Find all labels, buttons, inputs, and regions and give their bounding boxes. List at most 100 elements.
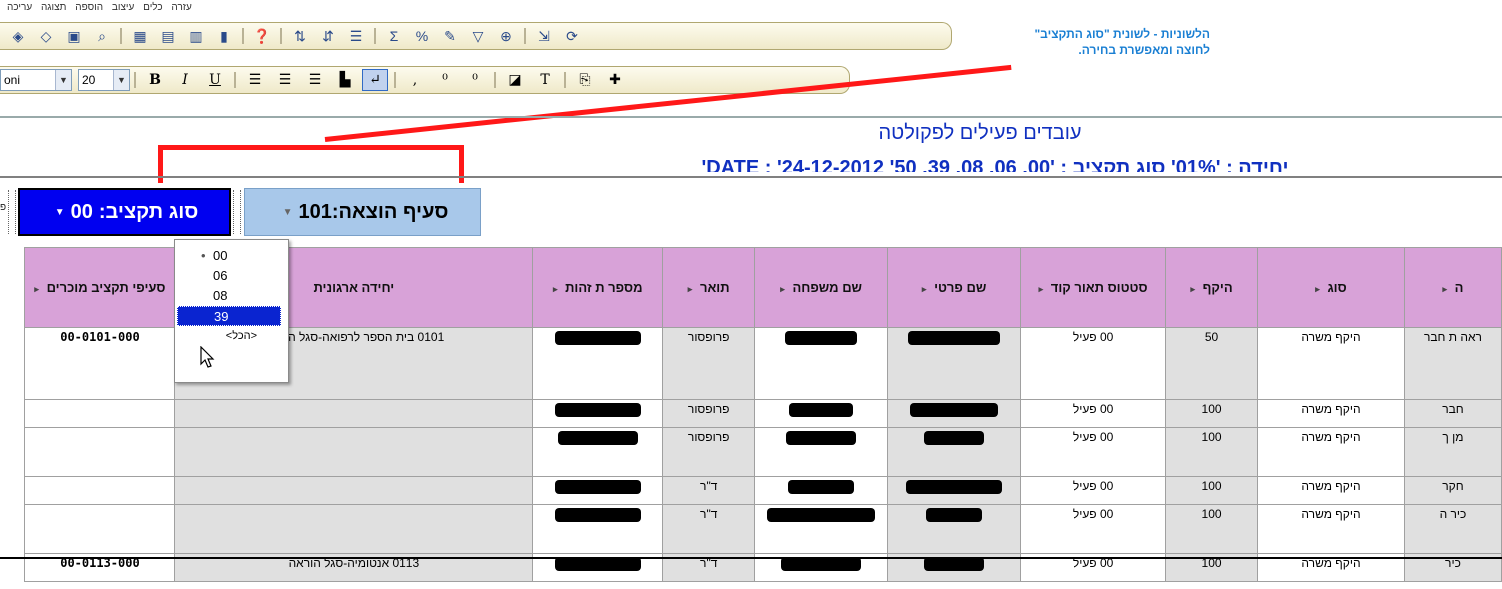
font-size-select[interactable]: 20 ▼ (78, 69, 130, 91)
italic-button[interactable]: I (172, 69, 198, 91)
highlight-icon[interactable]: ✚ (602, 69, 628, 91)
table-row[interactable]: ד"ר 00 פעיל 100 היקף משרה כיר ה (0, 504, 1502, 554)
percent-icon[interactable]: % (411, 25, 433, 47)
font-color-icon[interactable]: T (532, 69, 558, 91)
increase-decimal-icon[interactable]: ⁰ (432, 69, 458, 91)
cell-code[interactable]: 00-0101-000 (24, 327, 176, 400)
dropdown-option[interactable]: 06 (207, 266, 277, 286)
menu-insert[interactable]: הוספה (75, 2, 103, 13)
cell-rank[interactable]: מן ך (1403, 427, 1502, 477)
cell-id[interactable] (532, 427, 664, 477)
font-name-select[interactable]: oni ▼ (0, 69, 72, 91)
cell-scope[interactable]: 50 (1165, 327, 1259, 400)
header-first-name[interactable]: שם פרטי ▸ (887, 247, 1022, 328)
grip-handle[interactable] (8, 190, 16, 234)
budget-type-page-field[interactable]: סוג תקציב: 00 ▼ (18, 188, 231, 236)
bold-button[interactable]: B (142, 69, 168, 91)
chevron-down-icon[interactable]: ▼ (283, 207, 293, 218)
grip-handle[interactable] (233, 190, 241, 234)
chevron-down-icon[interactable]: ▼ (55, 70, 71, 90)
cell-unit[interactable] (174, 476, 534, 505)
cell-code[interactable] (24, 476, 176, 505)
cell-first-name[interactable] (887, 399, 1022, 428)
calculated-field-icon[interactable]: ✎ (439, 25, 461, 47)
cell-code[interactable] (24, 504, 176, 554)
cell-rank[interactable]: ראה ת חבר (1403, 327, 1502, 400)
pivot-table-icon[interactable]: ▤ (157, 25, 179, 47)
cell-title[interactable]: פרופסור (662, 427, 756, 477)
header-id-number[interactable]: מספר ת זהות ▸ (532, 247, 664, 328)
cell-first-name[interactable] (887, 327, 1022, 400)
dropdown-option[interactable]: 08 (207, 286, 277, 306)
decrease-decimal-icon[interactable]: ⁰ (462, 69, 488, 91)
chart-icon[interactable]: ▮ (213, 25, 235, 47)
cell-status[interactable]: 00 פעיל (1020, 427, 1167, 477)
menu-view[interactable]: תצוגה (41, 2, 67, 13)
cell-unit[interactable] (174, 399, 534, 428)
cell-scope[interactable]: 100 (1165, 476, 1259, 505)
align-center-icon[interactable]: ☰ (272, 69, 298, 91)
wrap-text-icon[interactable]: ↵ (362, 69, 388, 91)
cell-title[interactable]: ד"ר (662, 476, 756, 505)
cell-last-name[interactable] (754, 399, 889, 428)
underline-button[interactable]: U (202, 69, 228, 91)
cell-rank[interactable]: חבר (1403, 399, 1502, 428)
menu-tools[interactable]: כלים (143, 2, 163, 13)
cell-rank[interactable]: חקר (1403, 476, 1502, 505)
borders-icon[interactable]: ◪ (502, 69, 528, 91)
cell-status[interactable]: 00 פעיל (1020, 399, 1167, 428)
cell-first-name[interactable] (887, 427, 1022, 477)
cell-last-name[interactable] (754, 427, 889, 477)
cell-type[interactable]: היקף משרה (1257, 504, 1405, 554)
cell-scope[interactable]: 100 (1165, 427, 1259, 477)
cell-type[interactable]: היקף משרה (1257, 427, 1405, 477)
cell-rank[interactable]: כיר ה (1403, 504, 1502, 554)
cell-code[interactable] (24, 399, 176, 428)
header-title[interactable]: תואר ▸ (662, 247, 756, 328)
help-icon[interactable]: ❓ (251, 25, 273, 47)
cell-title[interactable]: פרופסור (662, 327, 756, 400)
menu-help[interactable]: עזרה (171, 2, 191, 13)
cell-code[interactable] (24, 427, 176, 477)
comma-style-icon[interactable]: , (402, 69, 428, 91)
align-left-icon[interactable]: ☰ (242, 69, 268, 91)
header-scope[interactable]: היקף ▸ (1165, 247, 1259, 328)
cell-id[interactable] (532, 476, 664, 505)
grid-icon[interactable]: ▥ (185, 25, 207, 47)
fill-color-icon[interactable]: ▙ (332, 69, 358, 91)
cell-status[interactable]: 00 פעיל (1020, 327, 1167, 400)
cell-id[interactable] (532, 399, 664, 428)
autofilter-icon[interactable]: ▽ (467, 25, 489, 47)
cell-scope[interactable]: 100 (1165, 504, 1259, 554)
cell-type[interactable]: היקף משרה (1257, 399, 1405, 428)
dropdown-option[interactable]: 00 (201, 246, 277, 266)
refresh-icon[interactable]: ⟳ (561, 25, 583, 47)
sort-ascending-icon[interactable]: ⇅ (289, 25, 311, 47)
cell-title[interactable]: פרופסור (662, 399, 756, 428)
chevron-down-icon[interactable]: ▼ (113, 70, 129, 90)
drill-icon[interactable]: ⊕ (495, 25, 517, 47)
cell-type[interactable]: היקף משרה (1257, 327, 1405, 400)
chevron-down-icon[interactable]: ▼ (55, 207, 65, 218)
subtotal-icon[interactable]: ☰ (345, 25, 367, 47)
header-rank[interactable]: ה ▸ (1403, 247, 1502, 328)
align-right-icon[interactable]: ☰ (302, 69, 328, 91)
cell-title[interactable]: ד"ר (662, 504, 756, 554)
dropdown-option-all[interactable]: <הכל> (207, 326, 277, 346)
cell-first-name[interactable] (887, 504, 1022, 554)
header-budget-items[interactable]: סעיפי תקציב מוכרים ▸ (24, 247, 176, 328)
open-icon[interactable]: ◈ (7, 25, 29, 47)
cell-first-name[interactable] (887, 476, 1022, 505)
print-preview-icon[interactable]: ⌕ (91, 25, 113, 47)
table-row[interactable]: ד"ר 00 פעיל 100 היקף משרה חקר (0, 476, 1502, 505)
print-icon[interactable]: ▣ (63, 25, 85, 47)
cell-id[interactable] (532, 504, 664, 554)
cell-last-name[interactable] (754, 476, 889, 505)
dropdown-option-selected[interactable]: 39 (177, 306, 281, 326)
header-last-name[interactable]: שם משפחה ▸ (754, 247, 889, 328)
cell-last-name[interactable] (754, 504, 889, 554)
cell-id[interactable] (532, 327, 664, 400)
export-icon[interactable]: ⇲ (533, 25, 555, 47)
cell-status[interactable]: 00 פעיל (1020, 504, 1167, 554)
autosum-icon[interactable]: Σ (383, 25, 405, 47)
